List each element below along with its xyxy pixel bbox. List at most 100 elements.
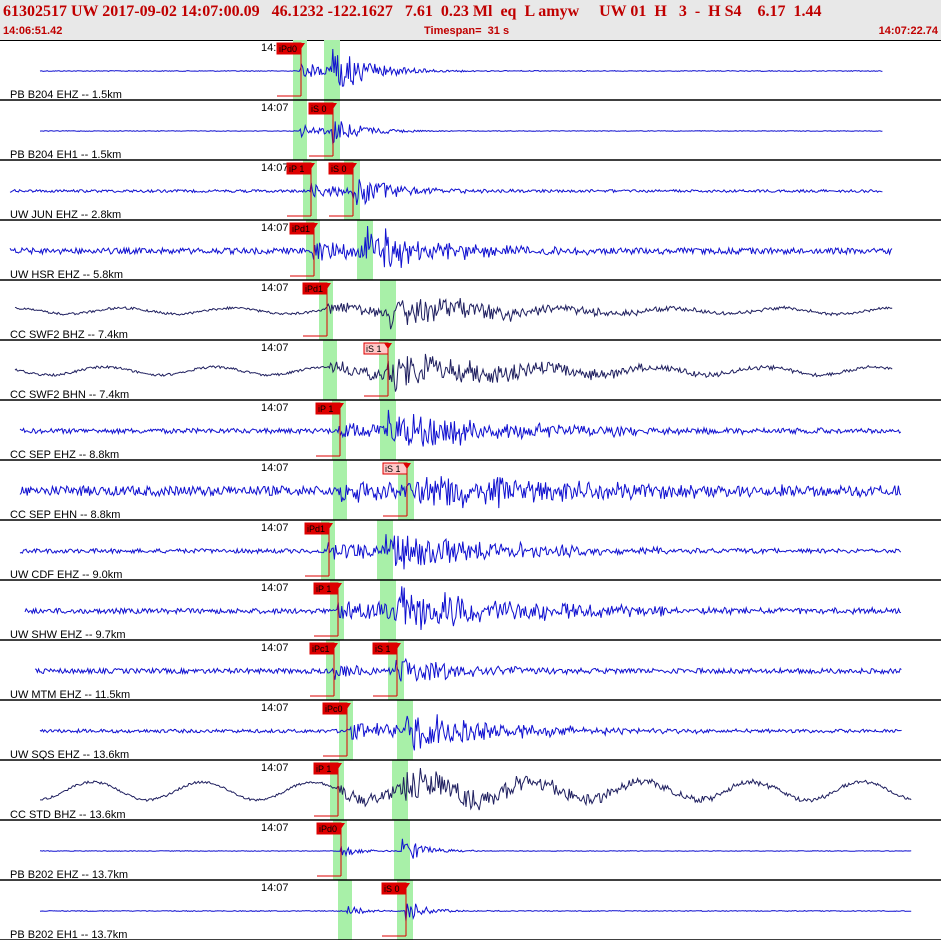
waveform-trace <box>40 768 912 811</box>
channel-label: CC SWF2 BHZ -- 7.4km <box>10 329 128 341</box>
row-time-label: 14:07 <box>261 222 289 234</box>
phase-pick-flag[interactable]: iP 1 <box>286 162 315 217</box>
pick-label: iP 1 <box>289 164 304 174</box>
s-pick-window <box>357 220 373 280</box>
pick-label: iS 0 <box>311 104 327 114</box>
pick-label: iPc1 <box>312 644 330 654</box>
channel-label: UW CDF EHZ -- 9.0km <box>10 569 122 581</box>
row-time-label: 14:07 <box>261 762 289 774</box>
channel-label: CC STD BHZ -- 13.6km <box>10 809 126 821</box>
channel-row[interactable]: 14:07 UW HSR EHZ -- 5.8km <box>0 222 941 281</box>
phase-pick-flag[interactable]: iS 1 <box>363 342 392 397</box>
row-time-label: 14:07 <box>261 282 289 294</box>
pick-label: iS 1 <box>385 464 401 474</box>
event-summary: 61302517 UW 2017-09-02 14:07:00.09 46.12… <box>3 3 822 20</box>
pick-label: iP 1 <box>316 764 331 774</box>
channel-label: UW JUN EHZ -- 2.8km <box>10 209 121 221</box>
channel-row[interactable]: 14:07 UW SQS EHZ -- 13.6km <box>0 702 941 761</box>
timespan-readout: Timespan= 31 s <box>424 25 510 37</box>
pick-label: iS 1 <box>366 344 382 354</box>
s-pick-window <box>380 400 396 460</box>
waveform-header: 61302517 UW 2017-09-02 14:07:00.09 46.12… <box>0 0 941 41</box>
phase-pick-flag[interactable]: iS 1 <box>382 462 411 517</box>
row-time-label: 14:07 <box>261 162 289 174</box>
channel-label: CC SWF2 BHN -- 7.4km <box>10 389 129 401</box>
channel-row[interactable]: 14:07 CC SWF2 BHZ -- 7.4km <box>0 282 941 341</box>
p-pick-window <box>323 340 337 400</box>
channel-row[interactable]: 14:07 UW CDF EHZ -- 9.0km <box>0 522 941 581</box>
pick-label: iS 1 <box>375 644 391 654</box>
channel-label: UW MTM EHZ -- 11.5km <box>10 689 130 701</box>
row-time-label: 14:07 <box>261 342 289 354</box>
seismogram-svg[interactable]: 14:07PB B204 EHZ -- 1.5km14:07PB B204 EH… <box>0 40 941 940</box>
pick-label: iPd1 <box>292 224 310 234</box>
pick-label: iS 0 <box>384 884 400 894</box>
waveform-trace <box>19 409 902 447</box>
pick-label: iPc0 <box>325 704 343 714</box>
phase-pick-flag[interactable]: iPd1 <box>302 282 331 337</box>
channel-label: UW SHW EHZ -- 9.7km <box>10 629 126 641</box>
channel-label: UW HSR EHZ -- 5.8km <box>10 269 123 281</box>
pick-label: iPd1 <box>307 524 325 534</box>
phase-pick-flag[interactable]: iPd1 <box>304 522 333 577</box>
s-pick-window <box>394 820 410 880</box>
row-time-label: 14:07 <box>261 402 289 414</box>
pick-label: iP 1 <box>316 584 331 594</box>
pick-label: iPd0 <box>319 824 337 834</box>
channel-label: PB B204 EHZ -- 1.5km <box>10 89 122 101</box>
channel-row[interactable]: 14:07 PB B204 EH1 -- 1.5km <box>0 102 941 161</box>
row-time-label: 14:07 <box>261 582 289 594</box>
waveform-trace <box>24 586 902 631</box>
channel-row[interactable]: 14:07 UW JUN EHZ -- 2.8km <box>0 162 941 221</box>
waveform-trace <box>19 476 902 509</box>
waveform-trace <box>39 838 912 859</box>
waveform-trace <box>14 297 893 330</box>
channel-label: CC SEP EHN -- 8.8km <box>10 509 120 521</box>
window-end-time: 14:07:22.74 <box>878 25 938 37</box>
waveform-trace <box>9 179 883 206</box>
window-start-time: 14:06:51.42 <box>3 25 63 37</box>
row-time-label: 14:07 <box>261 882 289 894</box>
channel-label: UW SQS EHZ -- 13.6km <box>10 749 129 761</box>
row-time-label: 14:07 <box>261 642 289 654</box>
waveform-trace <box>39 121 883 145</box>
p-pick-window <box>338 880 352 940</box>
channel-label: PB B204 EH1 -- 1.5km <box>10 149 121 161</box>
pick-label: iPd1 <box>305 284 323 294</box>
phase-pick-flag[interactable]: iPd0 <box>316 822 345 877</box>
phase-pick-flag[interactable]: iS 0 <box>381 882 410 937</box>
row-time-label: 14:07 <box>261 822 289 834</box>
waveform-trace <box>39 48 883 87</box>
channel-row[interactable]: 14:07 CC SEP EHN -- 8.8km <box>0 462 941 521</box>
channel-row[interactable]: 14:07PB B204 EHZ -- 1.5km <box>0 42 941 101</box>
seismogram-panel[interactable]: 14:07 PB B204 EHZ -- 1.5km 14:07 PB B204 EH… <box>0 40 941 940</box>
pick-label: iS 0 <box>331 164 347 174</box>
channel-row[interactable]: 14:07 UW MTM EHZ -- 11.5km <box>0 642 941 701</box>
channel-label: CC SEP EHZ -- 8.8km <box>10 449 119 461</box>
row-time-label: 14:07 <box>261 102 289 114</box>
channel-row[interactable]: 14:07 CC SWF2 BHN -- 7.4km <box>0 342 941 401</box>
phase-pick-flag[interactable]: iPc0 <box>322 702 351 757</box>
row-time-label: 14:07 <box>261 522 289 534</box>
channel-label: PB B202 EH1 -- 13.7km <box>10 929 127 940</box>
phase-pick-flag[interactable]: iPd0 <box>276 42 305 97</box>
channel-row[interactable]: 14:07 PB B202 EH1 -- 13.7km <box>0 882 941 940</box>
pick-label: iP 1 <box>318 404 333 414</box>
channel-row[interactable]: 14:07 PB B202 EHZ -- 13.7km <box>0 822 941 881</box>
row-time-label: 14:07 <box>261 702 289 714</box>
waveform-trace <box>34 657 902 682</box>
channel-label: PB B202 EHZ -- 13.7km <box>10 869 128 881</box>
waveform-trace <box>39 903 912 922</box>
phase-pick-flag[interactable]: iP 1 <box>313 762 342 817</box>
waveform-trace <box>14 353 893 392</box>
s-pick-window <box>392 760 408 820</box>
pick-label: iPd0 <box>279 44 297 54</box>
waveform-trace <box>39 714 902 751</box>
channel-row[interactable]: 14:07 UW SHW EHZ -- 9.7km <box>0 582 941 641</box>
row-time-label: 14:07 <box>261 462 289 474</box>
channel-row[interactable]: 14:07 CC STD BHZ -- 13.6km <box>0 762 941 821</box>
channel-row[interactable]: 14:07 CC SEP EHZ -- 8.8km <box>0 402 941 461</box>
waveform-trace <box>19 534 902 570</box>
waveform-trace <box>9 225 893 268</box>
s-pick-window <box>380 280 396 340</box>
